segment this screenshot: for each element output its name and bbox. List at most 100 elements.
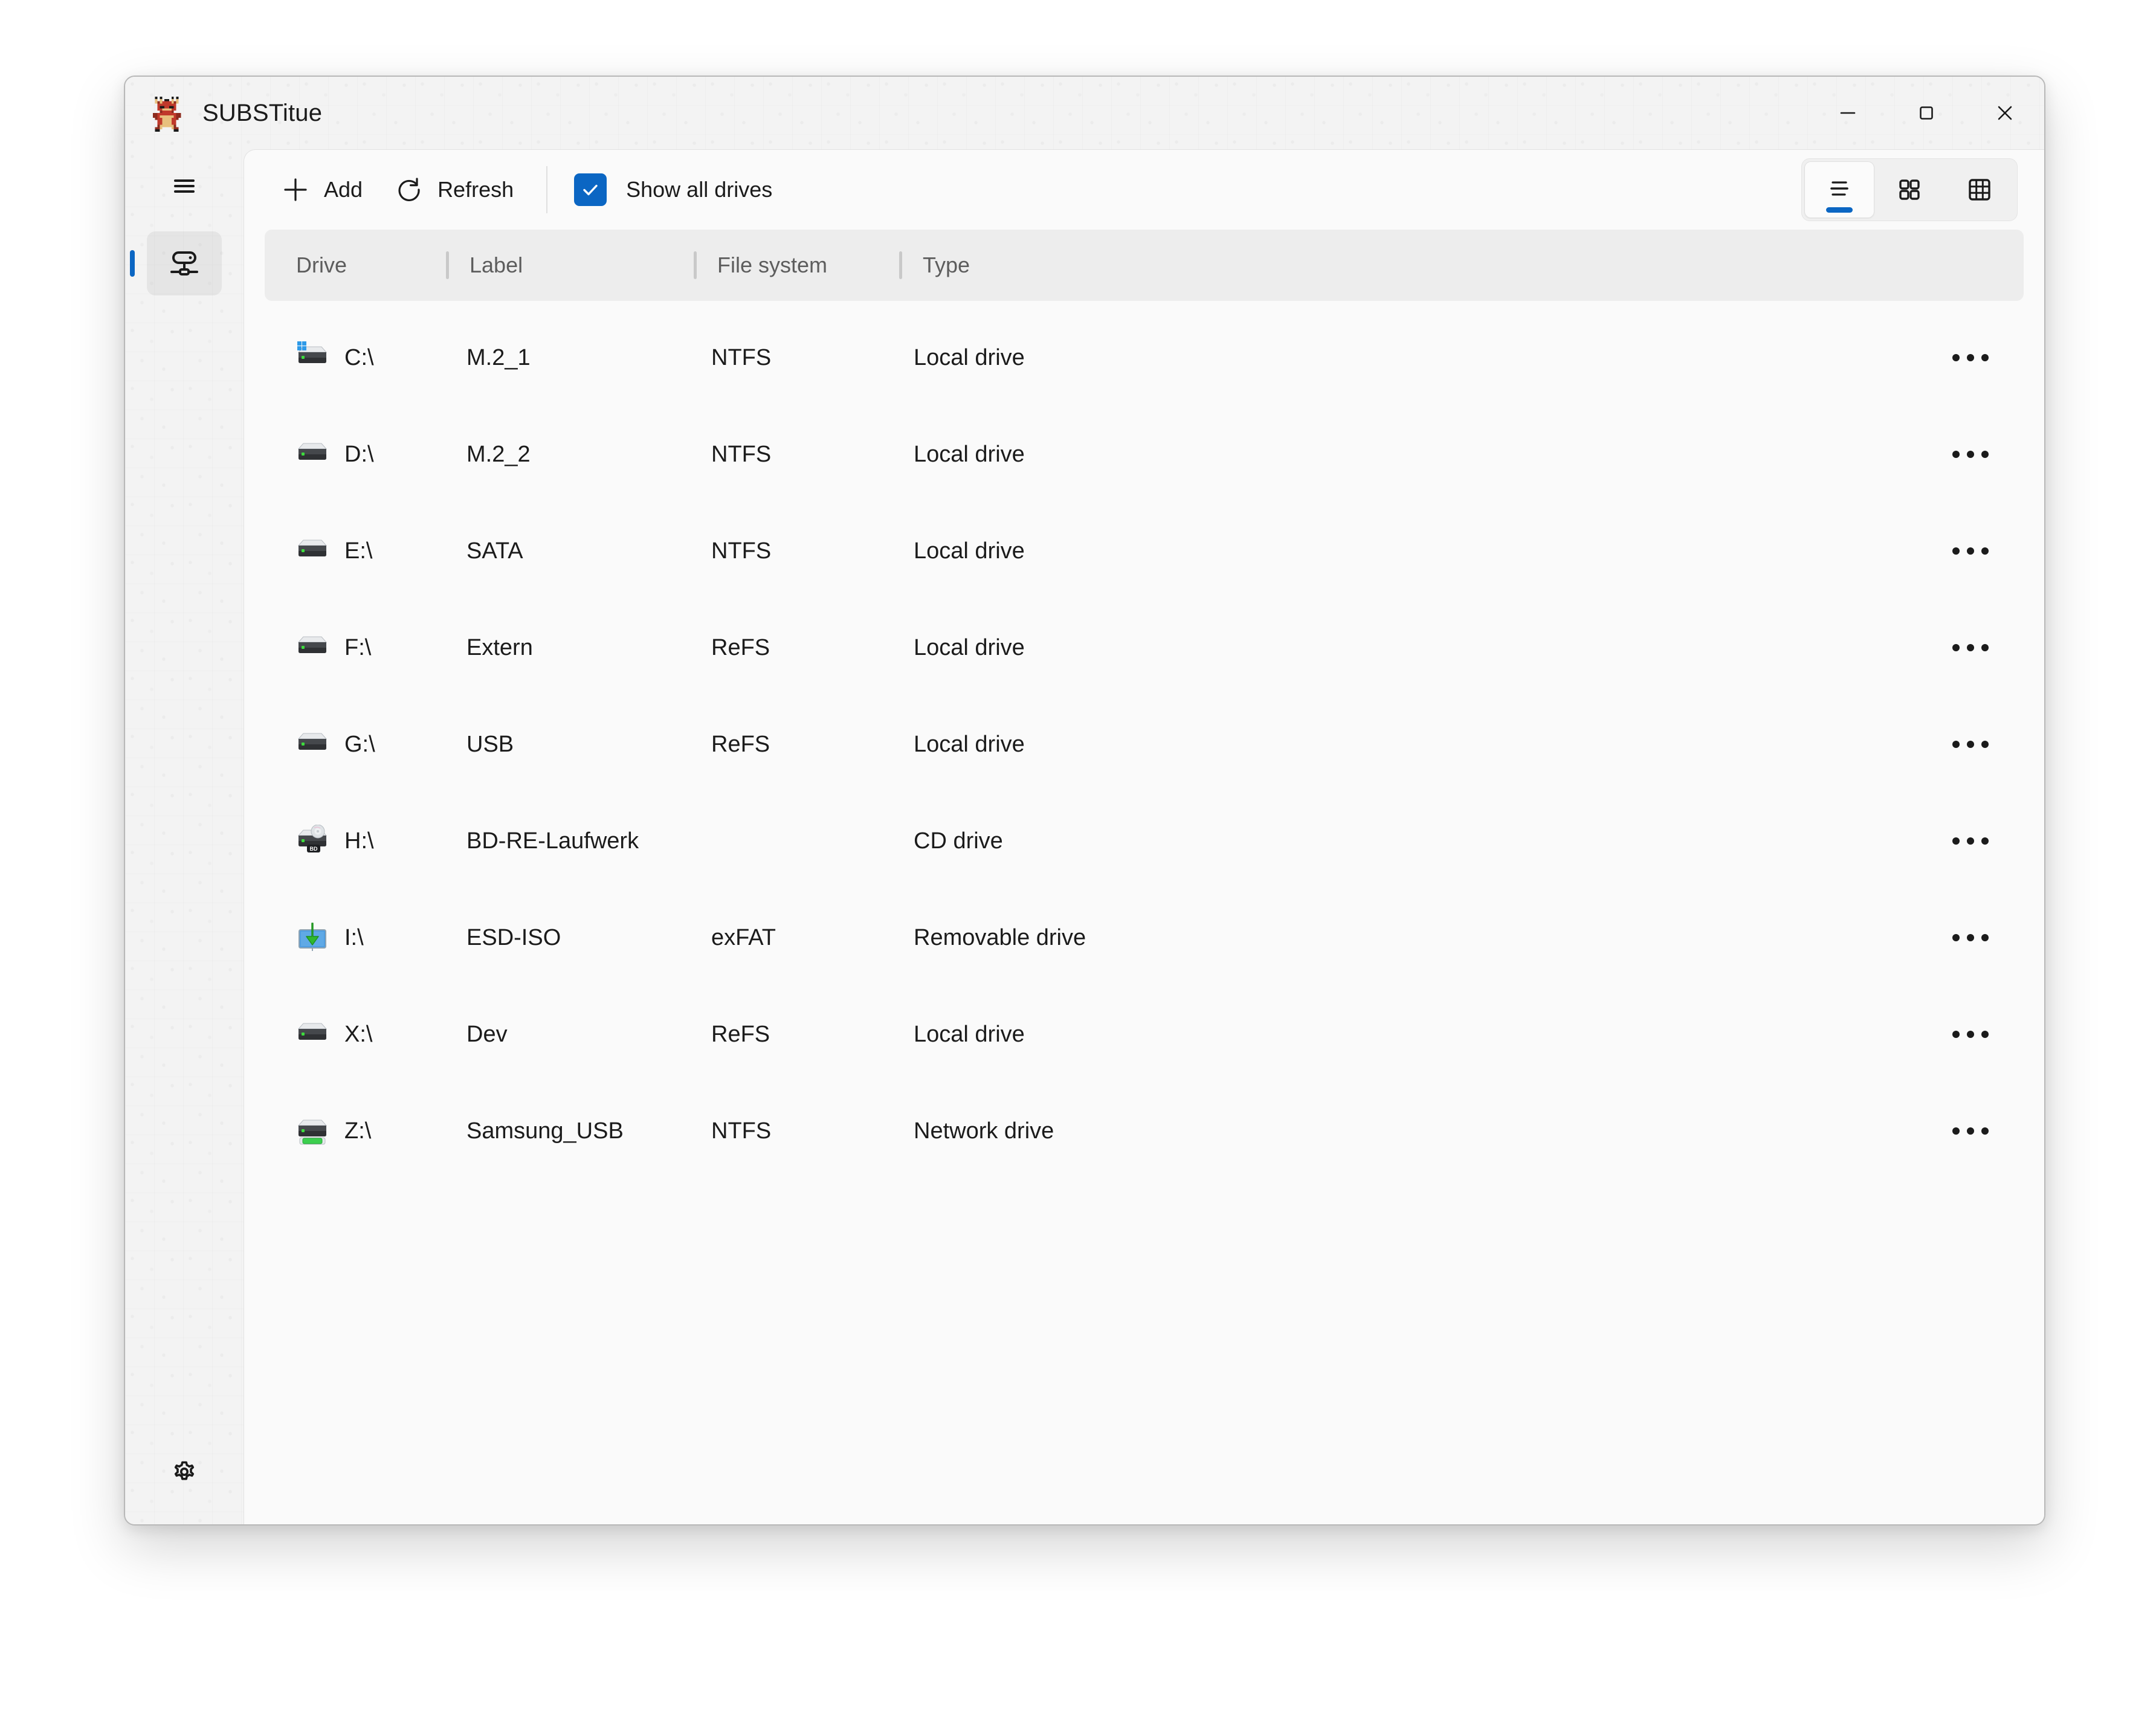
- table-row[interactable]: E:\ SATA NTFS Local drive: [265, 503, 2024, 599]
- window-body: Add Refresh Show all drives Drive Label …: [125, 149, 2044, 1524]
- hamburger-menu-button[interactable]: [147, 154, 222, 218]
- more-options-icon: [1967, 1127, 1974, 1135]
- refresh-button-label: Refresh: [437, 177, 514, 202]
- cell-file-system: ReFS: [711, 731, 770, 757]
- drive-letter: I:\: [344, 924, 364, 950]
- grid-icon: [1899, 179, 1920, 200]
- minimize-button[interactable]: [1809, 77, 1887, 149]
- more-options-icon: [1952, 741, 1960, 748]
- grid-view-button[interactable]: [1874, 161, 1945, 218]
- add-button[interactable]: Add: [265, 164, 378, 215]
- checkbox-box[interactable]: [574, 173, 607, 206]
- cell-label: USB: [466, 731, 514, 757]
- cell-label: Dev: [466, 1021, 508, 1047]
- close-button[interactable]: [1966, 77, 2044, 149]
- cell-label: M.2_1: [466, 344, 531, 370]
- table-row[interactable]: D:\ M.2_2 NTFS Local drive: [265, 406, 2024, 503]
- drive-letter: G:\: [344, 731, 375, 757]
- svg-text:BD: BD: [310, 846, 318, 852]
- more-options-icon: [1967, 741, 1974, 748]
- cell-drive: E:\: [265, 535, 446, 567]
- sidebar-item-drives[interactable]: [147, 231, 222, 295]
- more-options-button[interactable]: [1939, 812, 2002, 870]
- plus-icon: [284, 178, 307, 201]
- table-row[interactable]: F:\ Extern ReFS Local drive: [265, 599, 2024, 696]
- column-header-type[interactable]: Type: [902, 253, 2024, 278]
- more-options-icon: [1981, 547, 1989, 555]
- more-options-icon: [1952, 451, 1960, 458]
- table-row[interactable]: Z:\ Samsung_USB NTFS Network drive: [265, 1083, 2024, 1179]
- title-bar[interactable]: SUBSTitue: [125, 77, 2044, 149]
- more-options-icon: [1952, 934, 1960, 941]
- network-mapped-drive-icon: [297, 1120, 328, 1145]
- cell-type: Removable drive: [914, 924, 1086, 950]
- more-options-icon: [1967, 451, 1974, 458]
- network-drive-icon: [170, 251, 198, 276]
- more-options-button[interactable]: [1939, 329, 2002, 387]
- cell-file-system: NTFS: [711, 1118, 772, 1144]
- cell-type: Local drive: [914, 634, 1025, 660]
- column-header-file-system[interactable]: File system: [697, 253, 899, 278]
- more-options-icon: [1981, 1127, 1989, 1135]
- view-mode-group: [1801, 158, 2018, 221]
- drive-letter: E:\: [344, 538, 373, 564]
- more-options-button[interactable]: [1939, 619, 2002, 677]
- more-options-icon: [1952, 1127, 1960, 1135]
- show-all-drives-checkbox[interactable]: Show all drives: [568, 173, 778, 206]
- column-header-drive[interactable]: Drive: [265, 253, 446, 278]
- list-icon: [1830, 181, 1848, 196]
- checkmark-icon: [583, 184, 598, 196]
- list-view-button[interactable]: [1804, 161, 1874, 218]
- cell-label: ESD-ISO: [466, 924, 561, 950]
- table-view-button[interactable]: [1945, 161, 2015, 218]
- main-content: Add Refresh Show all drives Drive Label …: [244, 149, 2044, 1524]
- cell-file-system: NTFS: [711, 538, 772, 564]
- navigation-rail: [125, 149, 244, 1524]
- more-options-icon: [1952, 547, 1960, 555]
- cell-drive: X:\: [265, 1018, 446, 1051]
- cell-file-system: NTFS: [711, 441, 772, 467]
- more-options-button[interactable]: [1939, 715, 2002, 773]
- more-options-button[interactable]: [1939, 1005, 2002, 1063]
- more-options-icon: [1981, 451, 1989, 458]
- cell-label: SATA: [466, 538, 523, 564]
- refresh-button[interactable]: Refresh: [378, 164, 529, 215]
- settings-button[interactable]: [147, 1440, 222, 1504]
- drive-letter: H:\: [344, 828, 374, 854]
- cell-type: Network drive: [914, 1118, 1054, 1144]
- cell-type: Local drive: [914, 441, 1025, 467]
- hamburger-menu-icon: [174, 179, 195, 193]
- more-options-icon: [1952, 1031, 1960, 1038]
- table-row[interactable]: X:\ Dev ReFS Local drive: [265, 986, 2024, 1083]
- cell-file-system: ReFS: [711, 634, 770, 660]
- cell-drive: C:\: [265, 341, 446, 374]
- cell-type: CD drive: [914, 828, 1003, 854]
- column-header-label[interactable]: Label: [449, 253, 694, 278]
- more-options-button[interactable]: [1939, 522, 2002, 580]
- table-row[interactable]: I:\ ESD-ISO exFAT Removable drive: [265, 889, 2024, 986]
- table-row[interactable]: C:\ M.2_1 NTFS Local drive: [265, 309, 2024, 406]
- more-options-icon: [1952, 354, 1960, 361]
- cell-label: BD-RE-Laufwerk: [466, 828, 639, 854]
- hard-drive-icon: [297, 540, 328, 556]
- dragon-pixel-icon: [152, 96, 181, 132]
- more-options-icon: [1967, 547, 1974, 555]
- cell-type: Local drive: [914, 344, 1025, 370]
- bluray-drive-icon: BD: [297, 825, 328, 852]
- close-icon: [1998, 106, 2012, 120]
- drive-list: C:\ M.2_1 NTFS Local drive D:\ M.2_2 NTF…: [244, 301, 2044, 1524]
- table-row[interactable]: G:\ USB ReFS Local drive: [265, 696, 2024, 793]
- maximize-button[interactable]: [1887, 77, 1966, 149]
- cell-file-system: exFAT: [711, 924, 776, 950]
- more-options-icon: [1967, 837, 1974, 845]
- drive-letter: D:\: [344, 441, 374, 467]
- windows-drive-icon: [297, 341, 328, 363]
- maximize-icon: [1920, 106, 1933, 120]
- cell-type: Local drive: [914, 538, 1025, 564]
- cell-label: M.2_2: [466, 441, 531, 467]
- desktop-backdrop: SUBSTitue Add Refresh Show all drives Dr…: [0, 0, 2156, 1711]
- table-row[interactable]: BD H:\ BD-RE-Laufwerk CD drive: [265, 793, 2024, 889]
- more-options-button[interactable]: [1939, 909, 2002, 967]
- more-options-button[interactable]: [1939, 425, 2002, 483]
- more-options-button[interactable]: [1939, 1102, 2002, 1160]
